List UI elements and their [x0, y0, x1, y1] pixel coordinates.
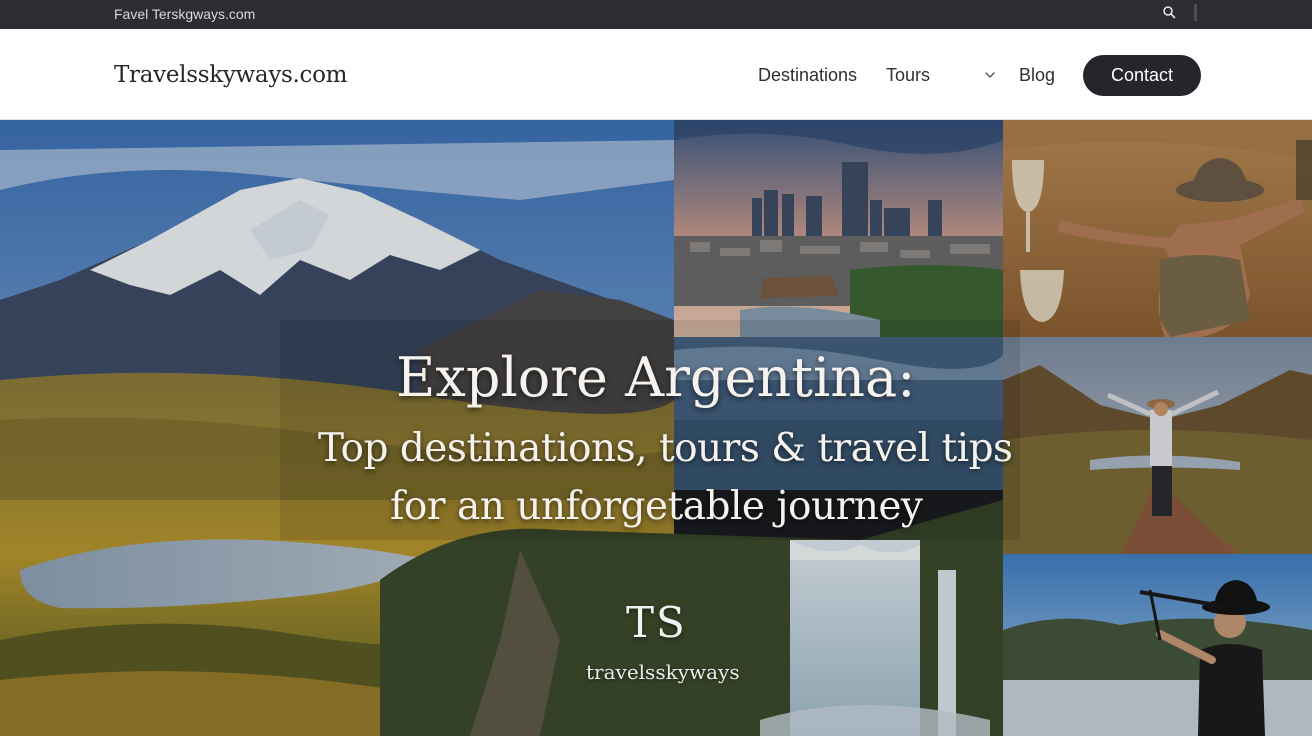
hero-subtitle-line1: Top destinations, tours & travel tips [318, 426, 1013, 471]
topbar-site-text: Favel Terskgways.com [114, 6, 256, 22]
topbar-divider [1194, 4, 1197, 21]
search-icon[interactable] [1162, 5, 1176, 19]
nav-tours[interactable]: Tours [886, 65, 930, 86]
hero-collage: Explore Argentina: Top destinations, tou… [0, 120, 1312, 736]
site-logo[interactable]: Travelsskyways.com [114, 62, 348, 88]
site-header: Travelsskyways.com Destinations Tours Bl… [0, 29, 1312, 120]
hero-title: Explore Argentina: [396, 346, 916, 409]
chevron-down-icon[interactable] [984, 71, 996, 79]
nav-destinations[interactable]: Destinations [758, 65, 857, 86]
hero-subtitle-line2: for an unforgetable journey [390, 484, 923, 529]
brand-name: travelsskyways [586, 660, 740, 684]
nav-blog[interactable]: Blog [1019, 65, 1055, 86]
top-utility-bar: Favel Terskgways.com [0, 0, 1312, 29]
contact-button[interactable]: Contact [1083, 55, 1201, 96]
brand-monogram: TS [626, 598, 687, 647]
